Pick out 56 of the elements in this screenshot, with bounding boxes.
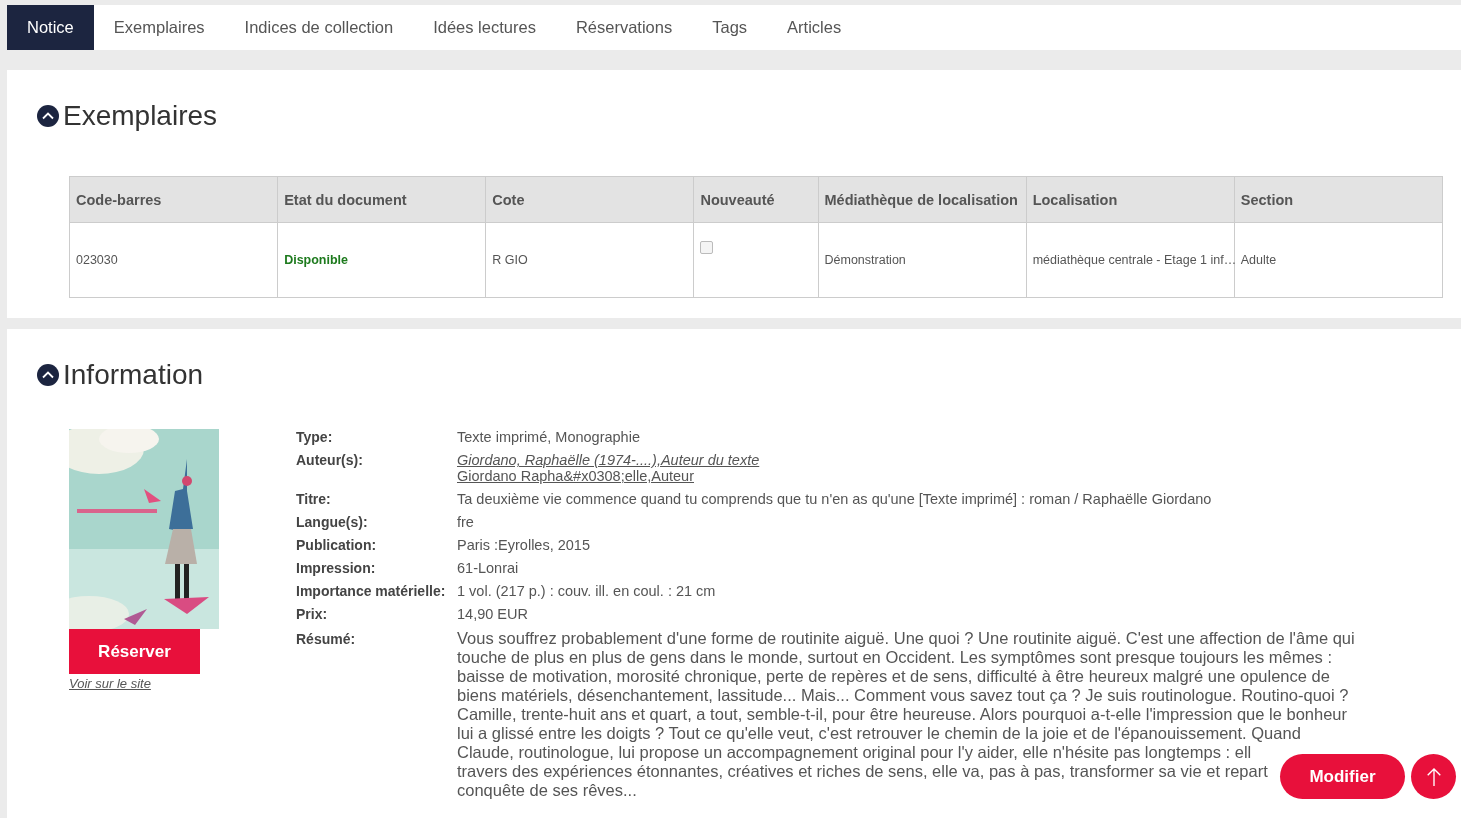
column-header: Médiathèque de localisation <box>818 176 1027 223</box>
table-cell: Démonstration <box>818 222 1027 298</box>
summary-line: travers des expériences étonnantes, créatives et riches de sens, elle va, pas à pas, transformer sa vie et repart <box>457 762 1268 781</box>
field-label: Auteur(s): <box>296 452 364 468</box>
tab[interactable]: Tags <box>692 5 768 50</box>
table-cell: médiathèque centrale - Etage 1 inf… <box>1026 222 1235 298</box>
table-cell: Disponible <box>277 222 486 298</box>
field-label: Prix: <box>296 606 329 622</box>
field-value: 1 vol. (217 p.) : couv. ill. en coul. : 21 cm <box>457 583 717 599</box>
checkbox[interactable] <box>700 241 714 254</box>
section-title: Exemplaires <box>63 100 218 132</box>
collapse-icon[interactable] <box>37 364 59 386</box>
summary-line: Claude, routinologue, lui propose un accompagnement original pour l'y aider, elle n'hésite pas longtemps : ell <box>457 743 1252 762</box>
field-label: Type: <box>296 429 334 445</box>
reserve-button[interactable]: Réserver <box>69 629 200 674</box>
field-label: Importance matérielle: <box>296 583 447 599</box>
summary-line: lui a glissé entre les doigts ? Tout ce qu'elle veut, c'est retrouver le chemin de la joie et de l'épanouissement. Quand <box>457 724 1301 743</box>
field-label: Résumé: <box>296 631 357 647</box>
tab[interactable]: Articles <box>767 5 862 50</box>
tab[interactable]: Exemplaires <box>93 5 225 50</box>
column-header: Localisation <box>1026 176 1235 223</box>
edit-button[interactable]: Modifier <box>1280 754 1405 799</box>
field-value: Ta deuxième vie commence quand tu comprends que tu n'en as qu'une [Texte imprimé] : roman / Raphaëlle Giordano <box>457 491 1213 507</box>
summary-line: conquête de ses rêves... <box>457 781 637 800</box>
site-link[interactable]: Voir sur le site <box>69 676 151 691</box>
summary-line: Vous souffrez probablement d'une forme de routinite aiguë. Une quoi ? Une routinite aiguë. C'est une affection de l'âme qui <box>457 629 1355 648</box>
summary-line: baisse de motivation, morosité chronique, perte de repères et de sens, difficulté à être heureux malgré une opulence de <box>457 667 1330 686</box>
section-title: Information <box>63 359 204 391</box>
field-value: Texte imprimé, Monographie <box>457 429 641 445</box>
column-header: Cote <box>485 176 694 223</box>
table-cell: 023030 <box>69 222 278 298</box>
arrow-up-icon <box>1424 765 1443 788</box>
table-cell: R GIO <box>485 222 694 298</box>
field-label: Impression: <box>296 560 377 576</box>
summary-line: biens matériels, désenchantement, lassitude... Mais... Comment vous savez tout ça ? Je suis routinologue. Routino-quoi ? <box>457 686 1349 705</box>
collapse-icon[interactable] <box>37 105 59 127</box>
field-label: Publication: <box>296 537 378 553</box>
field-value: 14,90 EUR <box>457 606 529 622</box>
field-value: Paris :Eyrolles, 2015 <box>457 537 591 553</box>
field-label: Titre: <box>296 491 332 507</box>
summary-line: touche de plus en plus de gens dans le monde, surtout en Occident. Les symptômes sont presque toujours les mêmes : <box>457 648 1332 667</box>
summary-line: Camille, trente-huit ans et quart, a tout, semble-t-il, pour être heureuse. Alors pourquoi a-t-elle l'impression que le bonheur <box>457 705 1348 724</box>
tab[interactable]: Idées lectures <box>413 5 556 50</box>
tab[interactable]: Réservations <box>555 5 693 50</box>
column-header: Nouveauté <box>693 176 818 223</box>
field-value: fre <box>457 514 475 530</box>
column-header: Section <box>1234 176 1443 223</box>
field-label: Langue(s): <box>296 514 369 530</box>
column-header: Etat du document <box>277 176 486 223</box>
tab[interactable]: Notice <box>7 5 94 50</box>
author-link[interactable]: Giordano Rapha&#x0308;elle,Auteur <box>457 468 1355 484</box>
column-header: Code-barres <box>69 176 278 223</box>
table-cell: Adulte <box>1234 222 1443 298</box>
tab[interactable]: Indices de collection <box>224 5 414 50</box>
field-value: 61-Lonrai <box>457 560 520 576</box>
author-link[interactable]: Giordano, Raphaëlle (1974-....),Auteur du texte <box>457 452 1355 468</box>
